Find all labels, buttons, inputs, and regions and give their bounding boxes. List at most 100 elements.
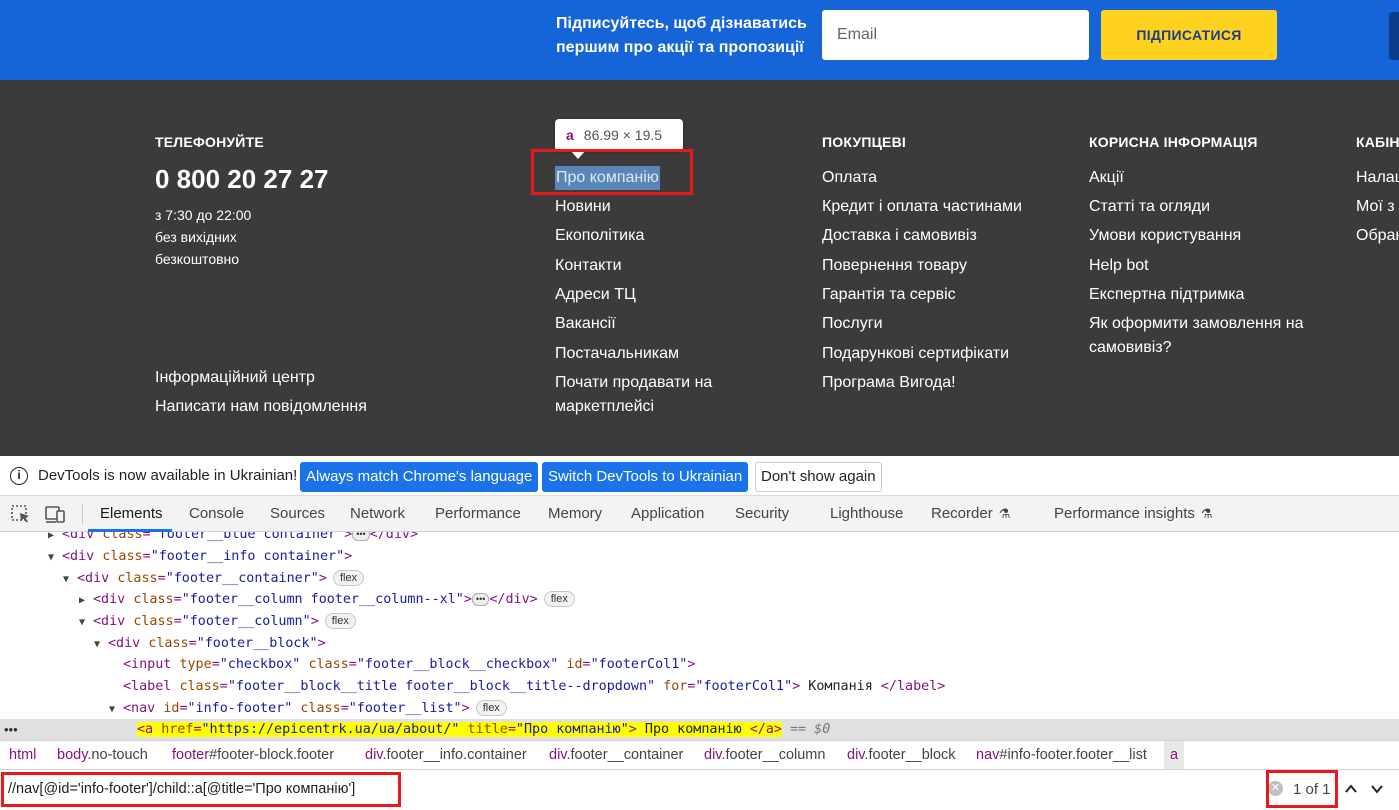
experiment-flask-icon: ⚗ bbox=[1200, 506, 1213, 521]
flex-badge[interactable]: flex bbox=[332, 570, 365, 586]
dom-node[interactable]: ▼ <div class="footer__column"> flex bbox=[79, 611, 356, 632]
footer-link-contacts[interactable]: Контакти bbox=[555, 254, 622, 278]
site-footer: ТЕЛЕФОНУЙТЕ 0 800 20 27 27 з 7:30 до 22:… bbox=[0, 80, 1399, 456]
crumb-footer-info[interactable]: div.footer__info.container bbox=[365, 747, 527, 763]
inspect-tooltip: a 86.99 × 19.5 bbox=[555, 119, 683, 151]
subscribe-bar: Підписуйтесь, щоб дізнаватись першим про… bbox=[0, 0, 1399, 80]
collapse-triangle-icon[interactable]: ▼ bbox=[109, 699, 123, 720]
footer-link-warranty[interactable]: Гарантія та сервіс bbox=[822, 283, 956, 307]
toolbar-separator bbox=[82, 504, 83, 524]
tab-security[interactable]: Security bbox=[735, 505, 789, 522]
subscribe-text: Підписуйтесь, щоб дізнаватись першим про… bbox=[556, 15, 807, 56]
collapse-triangle-icon[interactable]: ▼ bbox=[48, 547, 62, 568]
dom-node[interactable]: ▼ <div class="footer__block"> bbox=[94, 633, 326, 654]
scroll-up-button[interactable] bbox=[1389, 12, 1399, 60]
inspect-element-icon[interactable] bbox=[10, 504, 32, 524]
previous-match-button[interactable] bbox=[1339, 775, 1363, 803]
crumb-footer[interactable]: footer#footer-block.footer bbox=[172, 747, 334, 763]
tab-console[interactable]: Console bbox=[189, 505, 244, 522]
footer-link-pickup-order[interactable]: Як оформити замовлення на самовивіз? bbox=[1089, 312, 1329, 360]
footer-link-ecopolicy[interactable]: Екополітика bbox=[555, 224, 644, 248]
footer-link-info-center[interactable]: Інформаційний центр bbox=[155, 366, 315, 390]
devtools-tabbar: Elements Console Sources Network Perform… bbox=[0, 496, 1399, 532]
crumb-footer-block[interactable]: div.footer__block bbox=[847, 747, 956, 763]
tab-recorder[interactable]: Recorder ⚗ bbox=[931, 505, 1010, 522]
dom-node-selected[interactable]: <a href="https://epicentrk.ua/ua/about/"… bbox=[137, 719, 830, 740]
dom-node[interactable]: ▶ <div class="footer__column footer__colu… bbox=[79, 589, 575, 610]
footer-link-news[interactable]: Новини bbox=[555, 195, 611, 219]
footer-link-suppliers[interactable]: Постачальникам bbox=[555, 342, 679, 366]
expand-triangle-icon[interactable]: ▶ bbox=[79, 590, 93, 611]
experiment-flask-icon: ⚗ bbox=[998, 506, 1011, 521]
dom-node[interactable]: <input type="checkbox" class="footer__bl… bbox=[123, 654, 695, 675]
crumb-a[interactable]: a bbox=[1164, 741, 1185, 769]
dom-node[interactable]: ▶ <div class="footer__blue container"> •••… bbox=[48, 532, 418, 545]
dom-tree: ▶ <div class="footer__blue container"> •••… bbox=[0, 532, 1399, 740]
footer-link-gift-cards[interactable]: Подарункові сертифікати bbox=[822, 342, 1009, 366]
dont-show-again-button[interactable]: Don't show again bbox=[755, 462, 882, 492]
device-toolbar-icon[interactable] bbox=[44, 504, 66, 524]
tab-performance-insights[interactable]: Performance insights ⚗ bbox=[1054, 505, 1213, 522]
footer-link-services[interactable]: Послуги bbox=[822, 312, 883, 336]
collapse-triangle-icon[interactable]: ▼ bbox=[63, 569, 77, 590]
footer-link-delivery[interactable]: Доставка і самовивіз bbox=[822, 224, 977, 248]
footer-link-terms[interactable]: Умови користування bbox=[1089, 224, 1241, 248]
tooltip-tag: a bbox=[566, 127, 574, 143]
buyers-column-title: ПОКУПЦЕВІ bbox=[822, 134, 906, 150]
footer-link-favorites[interactable]: Обран bbox=[1356, 224, 1399, 248]
footer-link-marketplace[interactable]: Почати продавати на маркетплейсі bbox=[555, 371, 745, 419]
footer-link-vacancies[interactable]: Вакансії bbox=[555, 312, 616, 336]
useful-column-title: КОРИСНА ІНФОРМАЦІЯ bbox=[1089, 134, 1258, 150]
collapse-triangle-icon[interactable]: ▼ bbox=[79, 612, 93, 633]
footer-link-returns[interactable]: Повернення товару bbox=[822, 254, 967, 278]
info-icon: i bbox=[10, 467, 28, 485]
flex-badge[interactable]: flex bbox=[543, 591, 575, 607]
match-language-button[interactable]: Always match Chrome's language bbox=[300, 462, 539, 492]
tooltip-size: 86.99 × 19.5 bbox=[583, 127, 663, 143]
footer-link-credit[interactable]: Кредит і оплата частинами bbox=[822, 195, 1022, 219]
tab-network[interactable]: Network bbox=[350, 505, 405, 522]
dom-node[interactable]: ▼ <div class="footer__container"> flex bbox=[63, 568, 365, 590]
highlight-box-count bbox=[1266, 770, 1338, 808]
tab-lighthouse[interactable]: Lighthouse bbox=[830, 505, 903, 522]
row-menu-dots[interactable]: ••• bbox=[4, 719, 18, 740]
ellipsis-icon[interactable]: ••• bbox=[471, 593, 490, 606]
phone-number[interactable]: 0 800 20 27 27 bbox=[155, 164, 329, 195]
tab-application[interactable]: Application bbox=[631, 505, 704, 522]
footer-link-settings[interactable]: Налаш bbox=[1356, 166, 1399, 190]
dom-node[interactable]: ▼ <nav id="info-footer" class="footer__li… bbox=[109, 698, 507, 719]
dom-node[interactable]: ▼ <div class="footer__info container"> bbox=[48, 546, 352, 567]
footer-link-addresses[interactable]: Адреси ТЦ bbox=[555, 283, 636, 307]
tab-performance-insights-label: Performance insights bbox=[1054, 505, 1195, 522]
footer-link-write-message[interactable]: Написати нам повідомлення bbox=[155, 395, 367, 419]
crumb-body[interactable]: body.no-touch bbox=[57, 747, 148, 763]
footer-link-loyalty[interactable]: Програма Вигода! bbox=[822, 371, 956, 395]
devtools-language-notice: i DevTools is now available in Ukrainian… bbox=[0, 456, 1399, 496]
footer-link-expert-support[interactable]: Експертна підтримка bbox=[1089, 283, 1244, 307]
footer-link-payment[interactable]: Оплата bbox=[822, 166, 877, 190]
call-column-title: ТЕЛЕФОНУЙТЕ bbox=[155, 134, 264, 150]
tab-sources[interactable]: Sources bbox=[270, 505, 325, 522]
tab-elements[interactable]: Elements bbox=[100, 505, 163, 522]
crumb-nav[interactable]: nav#info-footer.footer__list bbox=[976, 747, 1147, 763]
collapse-triangle-icon[interactable]: ▼ bbox=[94, 634, 108, 655]
expand-triangle-icon[interactable]: ▶ bbox=[48, 532, 62, 546]
footer-link-articles[interactable]: Статті та огляди bbox=[1089, 195, 1210, 219]
crumb-footer-container[interactable]: div.footer__container bbox=[549, 747, 683, 763]
tab-performance[interactable]: Performance bbox=[435, 505, 521, 522]
email-input[interactable] bbox=[822, 10, 1089, 60]
subscribe-button[interactable]: ПІДПИСАТИСЯ bbox=[1101, 10, 1277, 60]
crumb-footer-column[interactable]: div.footer__column bbox=[704, 747, 825, 763]
crumb-html[interactable]: html bbox=[9, 747, 36, 763]
footer-link-promotions[interactable]: Акції bbox=[1089, 166, 1124, 190]
dom-node[interactable]: <label class="footer__block__title foote… bbox=[123, 676, 945, 697]
switch-language-button[interactable]: Switch DevTools to Ukrainian bbox=[542, 462, 749, 492]
next-match-button[interactable] bbox=[1365, 775, 1389, 803]
tab-memory[interactable]: Memory bbox=[548, 505, 602, 522]
footer-link-help-bot[interactable]: Help bot bbox=[1089, 254, 1149, 278]
ellipsis-icon[interactable]: ••• bbox=[352, 532, 370, 541]
flex-badge[interactable]: flex bbox=[324, 613, 356, 629]
flex-badge[interactable]: flex bbox=[475, 700, 507, 716]
highlight-box-search bbox=[1, 772, 401, 807]
footer-link-my-orders[interactable]: Мої з bbox=[1356, 195, 1395, 219]
